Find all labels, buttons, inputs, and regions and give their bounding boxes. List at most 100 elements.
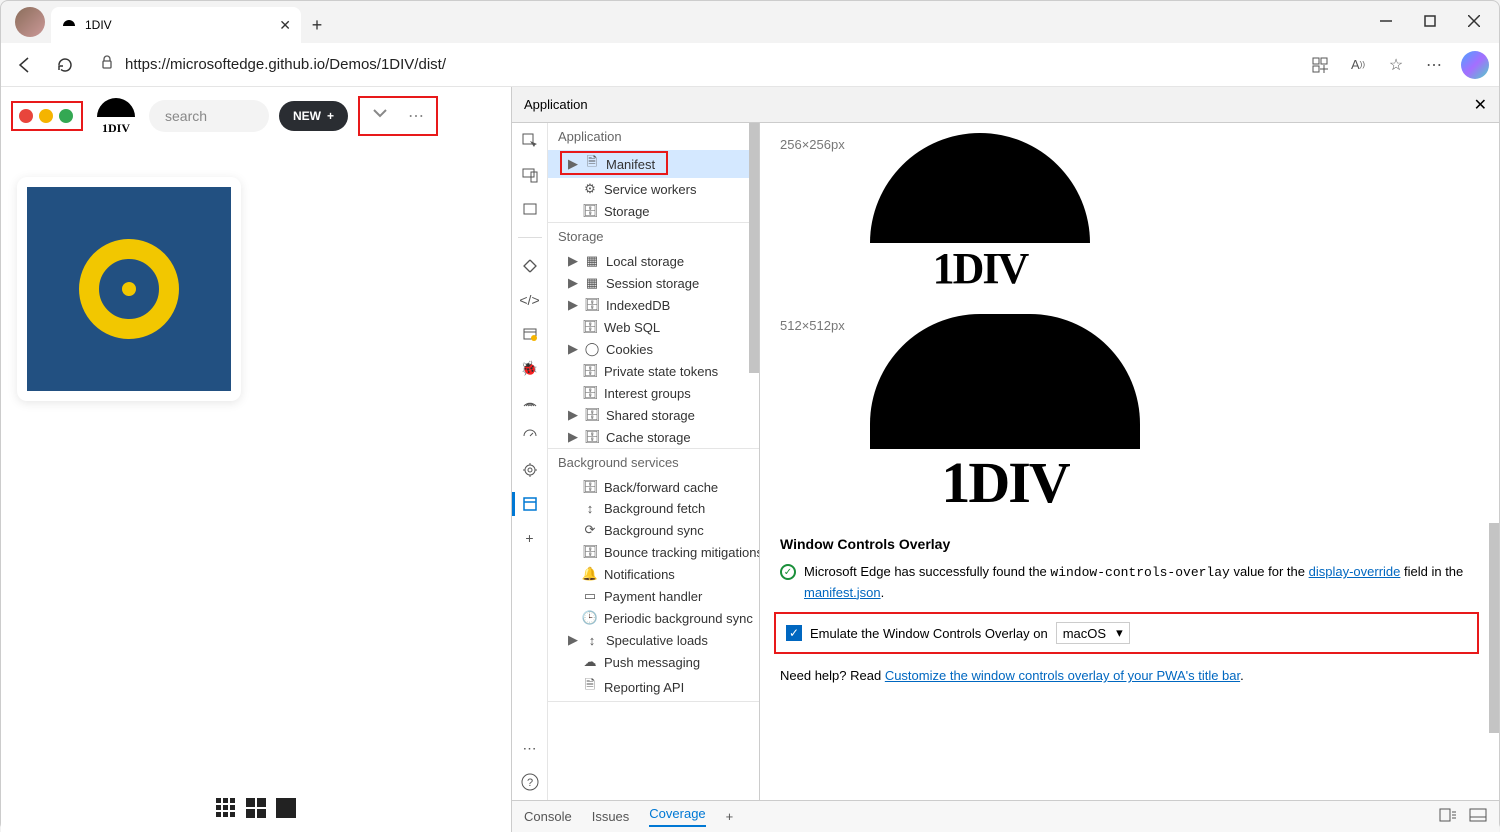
tree-item-manifest[interactable]: ▶🗎Manifest: [548, 150, 759, 178]
performance-icon[interactable]: [520, 426, 540, 446]
welcome-icon[interactable]: [520, 199, 540, 219]
check-circle-icon: ✓: [780, 564, 796, 580]
tree-item-local-storage[interactable]: ▶▦Local storage: [548, 250, 759, 272]
tree-item-periodic-sync[interactable]: 🕒Periodic background sync: [548, 607, 759, 629]
tree-item-indexeddb[interactable]: ▶🗄IndexedDB: [548, 294, 759, 316]
database-icon: 🗄: [582, 203, 598, 219]
clock-icon: 🕒: [582, 610, 598, 626]
traffic-light-close-icon[interactable]: [19, 109, 33, 123]
rail-more-icon[interactable]: ⋯: [520, 738, 540, 758]
artwork-card[interactable]: [17, 177, 241, 401]
devtools-close-icon[interactable]: ✕: [1474, 95, 1487, 115]
database-icon: 🗄: [582, 385, 598, 401]
help-icon[interactable]: ?: [520, 772, 540, 792]
console-icon[interactable]: </>: [520, 290, 540, 310]
tree-item-service-workers[interactable]: ⚙Service workers: [548, 178, 759, 200]
tree-item-payment[interactable]: ▭Payment handler: [548, 585, 759, 607]
tree-section-application: Application: [548, 123, 759, 150]
tree-item-notifications[interactable]: 🔔Notifications: [548, 563, 759, 585]
tab-close-icon[interactable]: ✕: [279, 17, 291, 34]
tree-item-cache-storage[interactable]: ▶🗄Cache storage: [548, 426, 759, 448]
tree-item-interest-groups[interactable]: 🗄Interest groups: [548, 382, 759, 404]
read-aloud-icon[interactable]: A)): [1347, 54, 1369, 76]
wco-emulate-row: ✓ Emulate the Window Controls Overlay on…: [774, 612, 1479, 654]
tree-item-shared-storage[interactable]: ▶🗄Shared storage: [548, 404, 759, 426]
drawer-tab-issues[interactable]: Issues: [592, 809, 630, 824]
tree-item-storage[interactable]: 🗄Storage: [548, 200, 759, 222]
drawer-icon-2[interactable]: [1469, 808, 1487, 825]
memory-icon[interactable]: [520, 460, 540, 480]
drawer-icon-1[interactable]: [1439, 808, 1457, 825]
drawer-tab-coverage[interactable]: Coverage: [649, 806, 705, 827]
wco-success-message: ✓ Microsoft Edge has successfully found …: [780, 562, 1479, 602]
tree-item-private-state-tokens[interactable]: 🗄Private state tokens: [548, 360, 759, 382]
emulate-checkbox[interactable]: ✓: [786, 625, 802, 641]
tree-item-cookies[interactable]: ▶◯Cookies: [548, 338, 759, 360]
grid-single-icon[interactable]: [276, 798, 296, 818]
tree-section-background: Background services: [548, 449, 759, 476]
display-override-link[interactable]: display-override: [1309, 564, 1401, 579]
more-horizontal-icon[interactable]: ⋯: [408, 106, 424, 126]
new-button[interactable]: NEW +: [279, 101, 348, 131]
chevron-down-icon[interactable]: [372, 106, 388, 126]
manifest-json-link[interactable]: manifest.json: [804, 585, 881, 600]
traffic-light-controls[interactable]: [11, 101, 83, 131]
emulate-os-select[interactable]: macOS ▾: [1056, 622, 1130, 644]
wco-help-link[interactable]: Customize the window controls overlay of…: [885, 668, 1240, 683]
refresh-button[interactable]: [51, 51, 79, 79]
grid-small-icon[interactable]: [216, 798, 236, 818]
database-icon: 🗄: [584, 429, 600, 445]
tree-item-push[interactable]: ☁Push messaging: [548, 651, 759, 673]
tree-item-speculative[interactable]: ▶↕Speculative loads: [548, 629, 759, 651]
card-icon: ▭: [582, 588, 598, 604]
profile-avatar[interactable]: [15, 7, 45, 37]
minimize-icon[interactable]: [1379, 14, 1393, 28]
drawer-tab-console[interactable]: Console: [524, 809, 572, 824]
more-icon[interactable]: ⋯: [1423, 54, 1445, 76]
device-icon[interactable]: [520, 165, 540, 185]
tree-item-bg-sync[interactable]: ⟳Background sync: [548, 519, 759, 541]
more-tools-icon[interactable]: +: [520, 528, 540, 548]
close-window-icon[interactable]: [1467, 14, 1481, 28]
tree-item-websql[interactable]: 🗄Web SQL: [548, 316, 759, 338]
url-text[interactable]: https://microsoftedge.github.io/Demos/1D…: [125, 56, 446, 73]
plus-icon: +: [327, 109, 334, 123]
traffic-light-zoom-icon[interactable]: [59, 109, 73, 123]
copilot-button[interactable]: [1461, 51, 1489, 79]
database-icon: 🗄: [584, 297, 600, 313]
database-icon: 🗄: [582, 319, 598, 335]
extensions-icon[interactable]: [1309, 54, 1331, 76]
new-tab-button[interactable]: +: [301, 9, 333, 41]
traffic-light-minimize-icon[interactable]: [39, 109, 53, 123]
tab-favicon: [61, 17, 77, 33]
tree-item-reporting[interactable]: 🗎Reporting API: [548, 673, 759, 701]
table-icon: ▦: [584, 275, 600, 291]
maximize-icon[interactable]: [1423, 14, 1437, 28]
tree-section-storage: Storage: [548, 223, 759, 250]
favorite-icon[interactable]: ☆: [1385, 54, 1407, 76]
tree-item-bounce[interactable]: 🗄Bounce tracking mitigations: [548, 541, 759, 563]
search-input[interactable]: search: [149, 100, 269, 132]
tree-item-session-storage[interactable]: ▶▦Session storage: [548, 272, 759, 294]
network-bug-icon[interactable]: 🐞: [520, 358, 540, 378]
devtools-rail: </> 🐞 + ⋯ ?: [512, 123, 548, 800]
app-logo: 1DIV: [93, 93, 139, 139]
site-info-icon[interactable]: [99, 54, 115, 75]
database-icon: 🗄: [582, 363, 598, 379]
back-button[interactable]: [11, 51, 39, 79]
sources-icon[interactable]: [520, 324, 540, 344]
network-icon[interactable]: [520, 392, 540, 412]
browser-tab[interactable]: 1DIV ✕: [51, 7, 301, 43]
tree-item-bg-fetch[interactable]: ↕Background fetch: [548, 498, 759, 519]
elements-icon[interactable]: [520, 256, 540, 276]
grid-large-icon[interactable]: [246, 798, 266, 818]
devtools-drawer: Console Issues Coverage +: [512, 800, 1499, 832]
tree-item-bfcache[interactable]: 🗄Back/forward cache: [548, 476, 759, 498]
app-icon-256: 1DIV: [870, 133, 1090, 294]
application-tree: Application ▶🗎Manifest ⚙Service workers …: [548, 123, 760, 800]
application-icon[interactable]: [520, 494, 540, 514]
cookie-icon: ◯: [584, 341, 600, 357]
icon-size-256: 256×256px: [780, 133, 852, 152]
inspect-icon[interactable]: [520, 131, 540, 151]
drawer-add-tab-icon[interactable]: +: [726, 809, 734, 824]
